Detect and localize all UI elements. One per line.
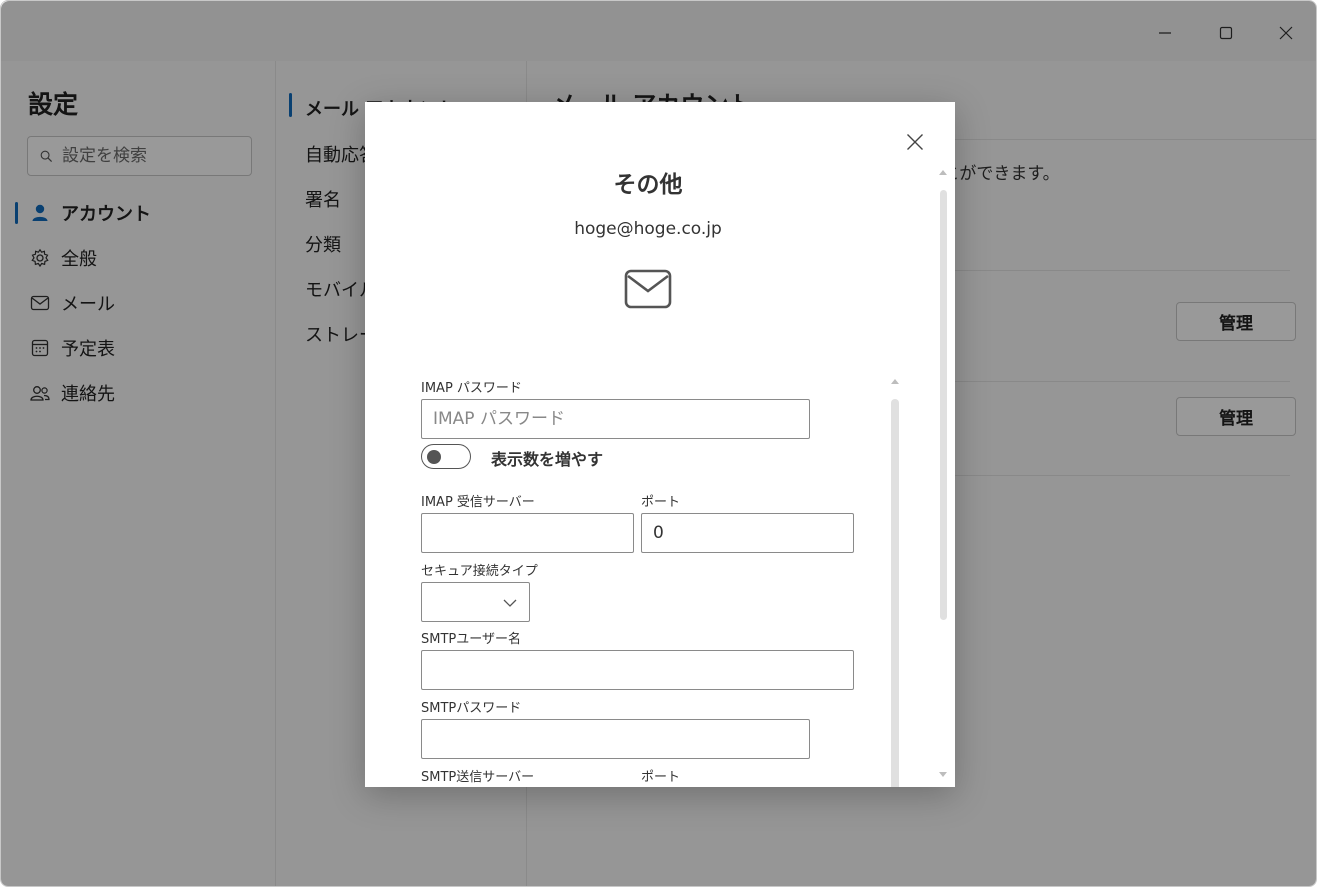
imap-server-field[interactable]	[421, 513, 634, 553]
close-icon	[907, 134, 923, 150]
imap-port-field[interactable]	[641, 513, 854, 553]
imap-password-input[interactable]	[433, 409, 809, 429]
smtp-port-label: ポート	[641, 770, 681, 785]
smtp-password-label: SMTPパスワード	[421, 701, 522, 716]
form-scrollbar[interactable]	[891, 399, 899, 787]
imap-password-field[interactable]	[421, 399, 810, 439]
imap-port-input[interactable]	[653, 523, 853, 543]
scroll-up-icon[interactable]	[890, 377, 900, 385]
smtp-server-label: SMTP送信サーバー	[421, 770, 535, 785]
imap-server-label: IMAP 受信サーバー	[421, 495, 535, 510]
secure-type-select[interactable]	[421, 582, 530, 622]
scroll-up-icon[interactable]	[938, 168, 948, 176]
show-more-toggle[interactable]	[421, 444, 471, 469]
dialog-title: その他	[613, 172, 683, 198]
settings-window: 設定 アカウント 全般 メール 予定表	[0, 0, 1317, 887]
toggle-knob	[427, 450, 441, 464]
dialog-email: hoge@hoge.co.jp	[574, 219, 722, 239]
mail-icon	[624, 269, 672, 309]
secure-type-label: セキュア接続タイプ	[421, 564, 538, 579]
smtp-user-label: SMTPユーザー名	[421, 632, 521, 647]
smtp-password-field[interactable]	[421, 719, 810, 759]
chevron-down-icon	[503, 599, 517, 607]
imap-password-label: IMAP パスワード	[421, 381, 522, 396]
dialog-scrollbar[interactable]	[940, 190, 947, 620]
smtp-password-input[interactable]	[433, 729, 809, 749]
dialog-close-button[interactable]	[902, 129, 928, 155]
scroll-down-icon[interactable]	[938, 771, 948, 779]
smtp-user-input[interactable]	[433, 660, 853, 680]
show-more-label: 表示数を増やす	[491, 450, 604, 469]
account-dialog: その他 hoge@hoge.co.jp IMAP パスワード 表示数を増やす I…	[365, 102, 955, 787]
smtp-user-field[interactable]	[421, 650, 854, 690]
imap-port-label: ポート	[641, 495, 681, 510]
imap-server-input[interactable]	[433, 523, 633, 543]
